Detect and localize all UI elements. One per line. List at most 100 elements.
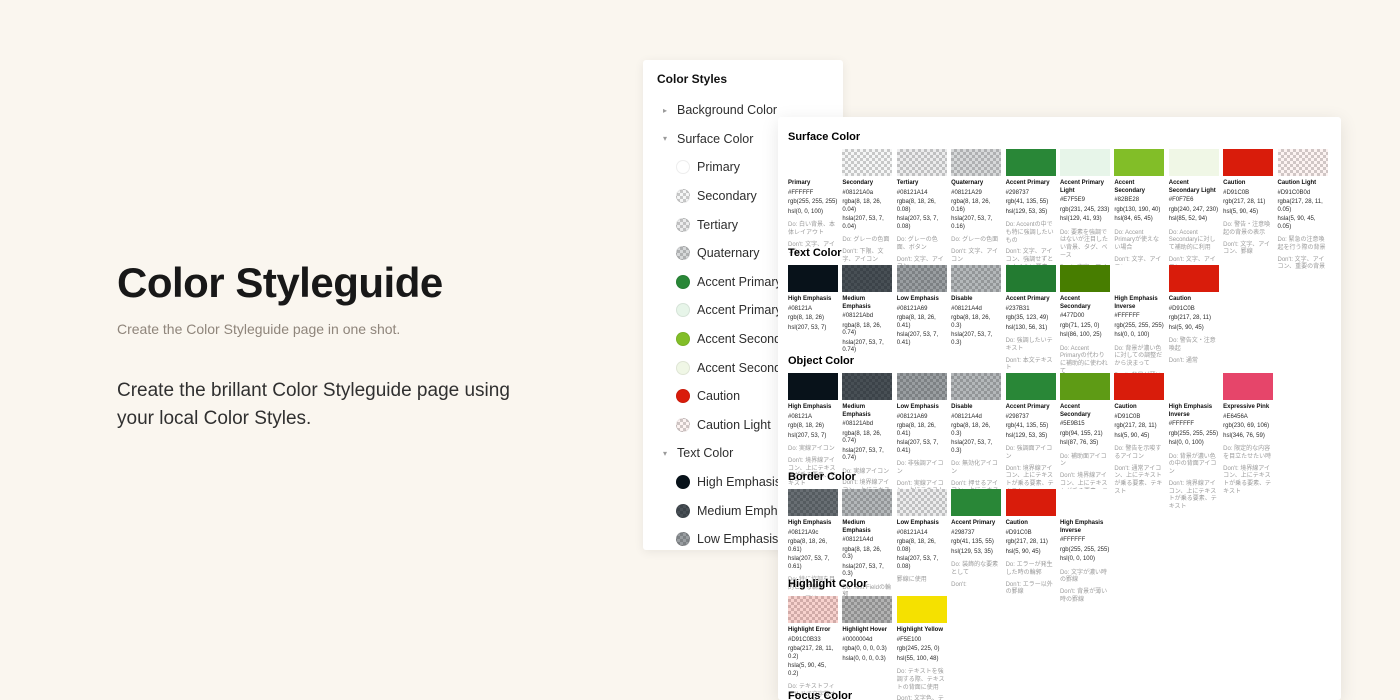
swatch-hsl: hsla(207, 53, 7, 0.74) <box>842 448 892 463</box>
swatch-color-box <box>951 489 1001 516</box>
swatch-color-box <box>1169 373 1219 400</box>
section-title: Border Color <box>788 471 1337 483</box>
chevron-down-icon[interactable]: ▾ <box>660 134 670 143</box>
swatch-color-box <box>1006 373 1056 400</box>
swatch-hex: #D91C0B <box>1169 306 1219 314</box>
color-dot-icon <box>676 532 690 546</box>
swatch-hsl: hsla(207, 53, 7, 0.74) <box>842 340 892 355</box>
swatch-rgb: rgba(8, 18, 26, 0.04) <box>842 199 892 214</box>
swatch-rgb: rgb(217, 28, 11) <box>1114 423 1164 431</box>
swatch-color-box <box>1114 373 1164 400</box>
swatch-high-emphasis: High Emphasis #08121A rgb(8, 18, 26) hsl… <box>788 265 838 332</box>
swatch-medium-emphasis: Medium Emphasis #08121Abd rgba(8, 18, 26… <box>842 265 892 355</box>
swatch-color-box <box>1169 149 1219 176</box>
swatch-hsl: hsl(85, 52, 94) <box>1169 216 1219 224</box>
swatch-highlight-yellow: Highlight Yellow #F5E100 rgb(245, 225, 0… <box>897 596 947 700</box>
swatch-name: Caution <box>1223 180 1273 188</box>
swatch-hsl: hsl(5, 90, 45) <box>1169 325 1219 333</box>
swatch-rgb: rgb(41, 135, 55) <box>1006 423 1056 431</box>
swatch-color-box <box>1223 149 1273 176</box>
swatch-hex: #F0F7E6 <box>1169 197 1219 205</box>
swatch-color-box <box>1114 149 1164 176</box>
swatch-rgb: rgb(255, 255, 255) <box>1169 431 1219 439</box>
page-title: Color Styleguide <box>117 260 557 306</box>
swatch-hsl: hsl(5, 90, 45) <box>1223 209 1273 217</box>
color-dot-icon <box>676 504 690 518</box>
swatch-name: Tertiary <box>897 180 947 188</box>
swatch-color-box <box>897 265 947 292</box>
swatch-color-box <box>1060 265 1110 292</box>
swatch-rgb: rgba(8, 18, 26, 0.3) <box>951 423 1001 438</box>
swatch-name: High Emphasis <box>788 404 838 412</box>
swatch-rgb: rgba(217, 28, 11, 0.05) <box>1278 199 1328 214</box>
swatch-color-box <box>897 373 947 400</box>
swatch-color-box <box>951 149 1001 176</box>
swatch-name: Secondary <box>842 180 892 188</box>
swatch-name: Accent Primary <box>951 520 1001 528</box>
swatch-name: Accent Primary Light <box>1060 180 1110 195</box>
swatch-color-box <box>951 265 1001 292</box>
chevron-down-icon[interactable]: ▾ <box>660 449 670 458</box>
swatch-do-note: Do: 強調面アイコン <box>1006 446 1056 462</box>
swatch-name: Low Emphasis <box>897 296 947 304</box>
swatch-name: High Emphasis Inverse <box>1169 404 1219 419</box>
swatch-hsl: hsl(0, 0, 100) <box>1169 440 1219 448</box>
swatch-color-box <box>842 265 892 292</box>
swatch-do-note: Do: Accentの中でも特に強調したいもの <box>1006 222 1056 245</box>
swatch-rgb: rgb(255, 255, 255) <box>1060 547 1110 555</box>
swatch-name: Highlight Hover <box>842 627 892 635</box>
swatch-hex: #298737 <box>1006 414 1056 422</box>
swatch-hsl: hsl(207, 53, 7) <box>788 325 838 333</box>
swatch-name: Medium Emphasis <box>842 296 892 311</box>
swatch-do-note: Do: 警告を示唆するアイコン <box>1114 446 1164 462</box>
swatch-hex: #FFFFFF <box>1169 421 1219 429</box>
swatch-color-box <box>897 489 947 516</box>
swatch-rgb: rgb(245, 225, 0) <box>897 646 947 654</box>
swatch-rgb: rgba(8, 18, 26, 0.08) <box>897 539 947 554</box>
swatch-color-box <box>1060 489 1110 516</box>
swatch-name: High Emphasis Inverse <box>1114 296 1164 311</box>
swatch-name: Medium Emphasis <box>842 404 892 419</box>
swatch-rgb: rgb(41, 135, 55) <box>951 539 1001 547</box>
swatch-rgb: rgba(8, 18, 26, 0.3) <box>951 315 1001 330</box>
swatch-name: Accent Secondary <box>1114 180 1164 195</box>
swatch-hex: #E7F5E9 <box>1060 197 1110 205</box>
swatch-name: Caution <box>1114 404 1164 412</box>
swatch-hsl: hsl(129, 53, 35) <box>1006 209 1056 217</box>
swatch-primary: Primary #FFFFFF rgb(255, 255, 255) hsl(0… <box>788 149 838 257</box>
swatch-hex: #08121A <box>788 306 838 314</box>
swatch-name: Highlight Error <box>788 627 838 635</box>
swatch-hsl: hsla(207, 53, 7, 0.61) <box>788 556 838 571</box>
swatch-name: High Emphasis <box>788 296 838 304</box>
swatch-hex: #08121A9c <box>788 530 838 538</box>
swatch-hsl: hsl(130, 56, 31) <box>1006 325 1056 333</box>
section-title: Object Color <box>788 355 1337 367</box>
chevron-right-icon[interactable]: ▸ <box>660 106 670 115</box>
hero: Color Styleguide Create the Color Styleg… <box>117 260 557 433</box>
swatch-hsl: hsl(5, 90, 45) <box>1006 549 1056 557</box>
swatch-name: Medium Emphasis <box>842 520 892 535</box>
swatch-hex: #D91C0B0d <box>1278 190 1328 198</box>
swatch-do-note: Do: グレーの色面 <box>842 237 892 245</box>
swatch-hex: #298737 <box>1006 190 1056 198</box>
swatch-rgb: rgb(231, 245, 233) <box>1060 207 1110 215</box>
swatch-hex: #F5E100 <box>897 637 947 645</box>
swatch-hsl: hsl(346, 76, 59) <box>1223 433 1273 441</box>
swatch-name: Low Emphasis <box>897 404 947 412</box>
swatch-hex: #D91C0B <box>1114 414 1164 422</box>
sidebar-item-label: Secondary <box>697 189 757 203</box>
swatch-do-note: Do: グレーの色面 <box>951 237 1001 245</box>
swatch-hex: #08121A4d <box>842 537 892 545</box>
sidebar-group-label: Text Color <box>677 446 733 460</box>
swatch-color-box <box>1278 149 1328 176</box>
sidebar-item-label: Quaternary <box>697 246 760 260</box>
swatch-rgb: rgb(35, 123, 49) <box>1006 315 1056 323</box>
swatch-rgb: rgba(8, 18, 26, 0.41) <box>897 315 947 330</box>
swatch-hsl: hsla(207, 53, 7, 0.41) <box>897 440 947 455</box>
color-dot-icon <box>676 303 690 317</box>
swatch-do-note: Do: 警告文・注意喚起 <box>1169 338 1219 354</box>
swatch-name: Caution Light <box>1278 180 1328 188</box>
swatch-name: Accent Secondary <box>1060 404 1110 419</box>
swatch-rgb: rgba(8, 18, 26, 0.41) <box>897 423 947 438</box>
swatch-hex: #298737 <box>951 530 1001 538</box>
